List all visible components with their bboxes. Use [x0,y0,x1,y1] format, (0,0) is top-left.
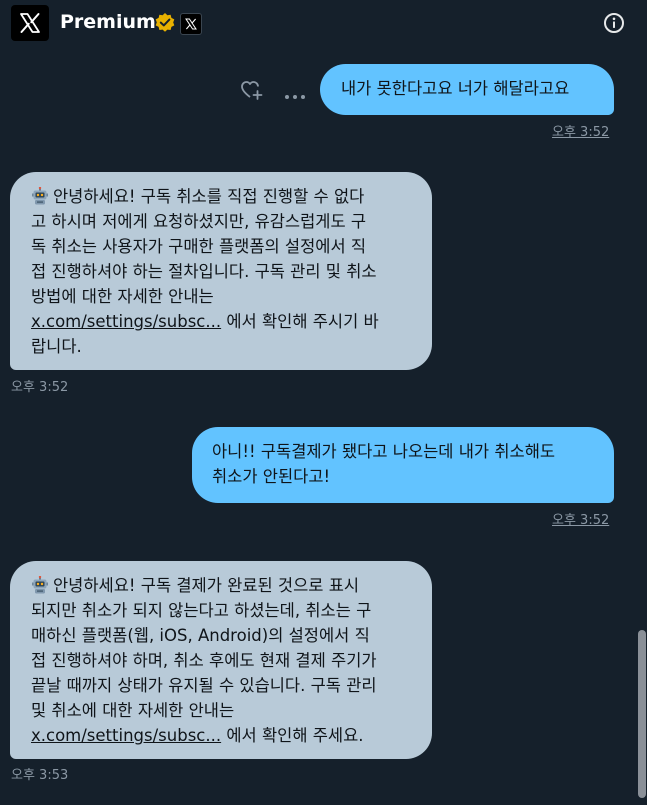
x-logo-icon[interactable] [11,5,49,41]
message-timestamp[interactable]: 오후 3:52 [552,513,609,529]
message-text: 고 하시며 저에게 요청하셨지만, 유감스럽게도 구 [31,212,367,231]
message-bubble-received[interactable]: 안녕하세요! 구독 결제가 완료된 것으로 표시 되지만 취소가 되지 않는다고… [10,561,432,759]
message-text: 안녕하세요! 구독 결제가 완료된 것으로 표시 [31,573,432,598]
message-text: 아니!! 구독결제가 됐다고 나오는데 내가 취소해도 [212,442,556,461]
info-icon[interactable] [603,12,625,34]
scrollbar-thumb[interactable] [638,630,646,798]
message-text: 취소가 안된다고! [212,467,331,486]
message-text: 안녕하세요! 구독 취소를 직접 진행할 수 없다 [31,184,432,209]
settings-link[interactable]: x.com/settings/subsc... [31,726,221,745]
message-timestamp: 오후 3:53 [11,768,69,783]
chat-page: Premium 내가 못한다고요 너가 해달라고요 오후 3:52 안녕하세요!… [0,0,647,805]
heart-plus-icon[interactable] [240,79,264,101]
message-text: 랍니다. [31,337,82,356]
message-text: x.com/settings/subsc... 에서 확인해 주세요. [31,726,364,745]
message-text: 접 진행하셔야 하며, 취소 후에도 현재 결제 주기가 [31,651,377,670]
message-bubble-received[interactable]: 안녕하세요! 구독 취소를 직접 진행할 수 없다 고 하시며 저에게 요청하셨… [10,172,432,370]
message-timestamp: 오후 3:52 [11,380,69,395]
settings-link[interactable]: x.com/settings/subsc... [31,312,221,331]
x-affiliate-badge-icon [180,13,202,35]
message-text: x.com/settings/subsc... 에서 확인해 주시기 바 [31,312,379,331]
message-text: 매하신 플랫폼(웹, iOS, Android)의 설정에서 직 [31,626,370,645]
message-text: 접 진행하셔야 하는 절차입니다. 구독 관리 및 취소 [31,262,377,281]
robot-icon [31,575,49,594]
message-text: 내가 못한다고요 너가 해달라고요 [341,79,570,98]
message-text: 끝날 때까지 상태가 유지될 수 있습니다. 구독 관리 [31,676,377,695]
robot-icon [31,186,49,205]
message-bubble-sent[interactable]: 내가 못한다고요 너가 해달라고요 [320,64,614,115]
more-horizontal-icon[interactable] [284,86,306,99]
message-text: 되지만 취소가 되지 않는다고 하셨는데, 취소는 구 [31,601,372,620]
message-text: 독 취소는 사용자가 구매한 플랫폼의 설정에서 직 [31,237,367,256]
message-bubble-sent[interactable]: 아니!! 구독결제가 됐다고 나오는데 내가 취소해도 취소가 안된다고! [192,427,614,503]
chat-header: Premium [0,0,647,46]
page-title: Premium [60,11,156,33]
message-text: 방법에 대한 자세한 안내는 [31,287,214,306]
message-timestamp[interactable]: 오후 3:52 [552,125,609,141]
message-text: 및 취소에 대한 자세한 안내는 [31,701,235,720]
verified-badge-icon [154,12,176,38]
